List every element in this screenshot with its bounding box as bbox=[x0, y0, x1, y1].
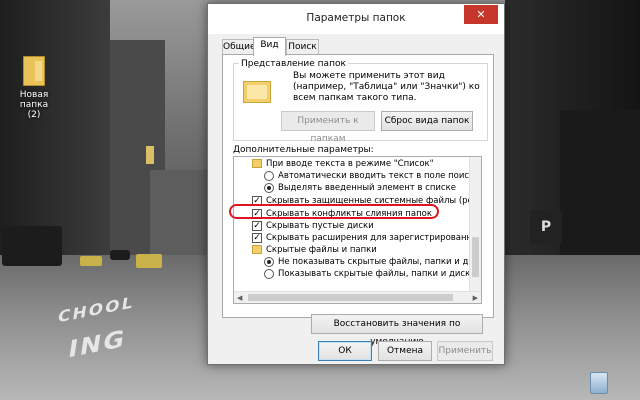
tab-general[interactable]: Общие bbox=[222, 39, 256, 55]
apply-to-folders-button[interactable]: Применить к папкам bbox=[281, 111, 375, 144]
list-item-label: Не показывать скрытые файлы, папки и дис… bbox=[278, 257, 482, 267]
close-button[interactable]: ✕ bbox=[464, 5, 498, 24]
list-item-label: Выделять введенный элемент в списке bbox=[278, 183, 456, 193]
scroll-right-icon[interactable]: ▶ bbox=[473, 293, 478, 303]
radio-show-hidden[interactable] bbox=[264, 269, 274, 279]
traffic-light bbox=[146, 146, 154, 164]
vertical-scrollbar[interactable] bbox=[469, 157, 481, 293]
desktop-folder-icon[interactable]: Новая папка (2) bbox=[8, 56, 60, 120]
building-right-near bbox=[560, 110, 640, 270]
cancel-button[interactable]: Отмена bbox=[378, 341, 432, 361]
list-item-label: Скрывать расширения для зарегистрированн… bbox=[266, 233, 482, 243]
radio-dont-show-hidden[interactable] bbox=[264, 257, 274, 267]
dialog-title: Параметры папок bbox=[306, 12, 406, 24]
advanced-settings-list[interactable]: При вводе текста в режиме "Список" Автом… bbox=[233, 156, 482, 304]
radio-auto-search[interactable] bbox=[264, 171, 274, 181]
folder-view-icon bbox=[243, 79, 271, 105]
restore-defaults-button[interactable]: Восстановить значения по умолчанию bbox=[311, 314, 483, 347]
list-item[interactable]: Автоматически вводить текст в поле поиск… bbox=[234, 170, 481, 182]
parking-sign: P bbox=[530, 210, 562, 244]
list-item[interactable]: ✓ Скрывать пустые диски bbox=[234, 220, 481, 232]
apply-button[interactable]: Применить bbox=[437, 341, 493, 361]
reset-folders-button[interactable]: Сброс вида папок bbox=[381, 111, 473, 131]
desktop-folder-sublabel: (2) bbox=[27, 110, 41, 120]
tab-view[interactable]: Вид bbox=[253, 37, 286, 56]
taxi bbox=[136, 254, 162, 268]
scrollbar-thumb[interactable] bbox=[472, 237, 479, 277]
list-item-label: При вводе текста в режиме "Список" bbox=[266, 159, 434, 169]
desktop-folder-label: Новая папка bbox=[19, 90, 49, 110]
ok-button[interactable]: ОК bbox=[318, 341, 372, 361]
recycle-bin-icon[interactable] bbox=[590, 372, 608, 394]
annotation-highlight bbox=[229, 204, 439, 219]
taxi bbox=[80, 256, 102, 266]
folder-views-legend: Представление папок bbox=[239, 59, 348, 69]
folder-icon bbox=[252, 159, 262, 168]
advanced-settings-label: Дополнительные параметры: bbox=[233, 145, 374, 155]
list-item-label: Автоматически вводить текст в поле поиск… bbox=[278, 171, 480, 181]
list-item[interactable]: При вводе текста в режиме "Список" bbox=[234, 158, 481, 170]
car bbox=[110, 250, 130, 260]
list-item[interactable]: Не показывать скрытые файлы, папки и дис… bbox=[234, 256, 482, 268]
checkbox-hide-extensions[interactable]: ✓ bbox=[252, 233, 262, 243]
folder-icon bbox=[23, 56, 45, 86]
folder-options-dialog: Параметры папок ✕ Общие Вид Поиск Предст… bbox=[207, 3, 505, 365]
list-item-label: Скрытые файлы и папки bbox=[266, 245, 377, 255]
folder-views-description: Вы можете применить этот вид (например, … bbox=[293, 71, 480, 103]
list-item[interactable]: Скрытые файлы и папки bbox=[234, 244, 481, 256]
truck bbox=[2, 226, 62, 266]
horizontal-scrollbar[interactable]: ◀ ▶ bbox=[234, 291, 481, 303]
close-icon: ✕ bbox=[476, 8, 486, 21]
scroll-left-icon[interactable]: ◀ bbox=[237, 293, 242, 303]
radio-select-typed-item[interactable] bbox=[264, 183, 274, 193]
tab-panel-view: Представление папок Вы можете применить … bbox=[222, 54, 494, 347]
list-item[interactable]: Показывать скрытые файлы, папки и диски bbox=[234, 268, 481, 280]
tab-search[interactable]: Поиск bbox=[286, 39, 319, 55]
list-item[interactable]: Выделять введенный элемент в списке bbox=[234, 182, 481, 194]
list-item-label: Показывать скрытые файлы, папки и диски bbox=[278, 269, 476, 279]
list-item-label: Скрывать пустые диски bbox=[266, 221, 374, 231]
checkbox-hide-empty-drives[interactable]: ✓ bbox=[252, 221, 262, 231]
dialog-titlebar[interactable]: Параметры папок ✕ bbox=[208, 4, 504, 34]
scrollbar-thumb[interactable] bbox=[248, 294, 453, 301]
list-item[interactable]: ✓ Скрывать расширения для зарегистрирова… bbox=[234, 232, 482, 244]
folder-icon bbox=[252, 245, 262, 254]
